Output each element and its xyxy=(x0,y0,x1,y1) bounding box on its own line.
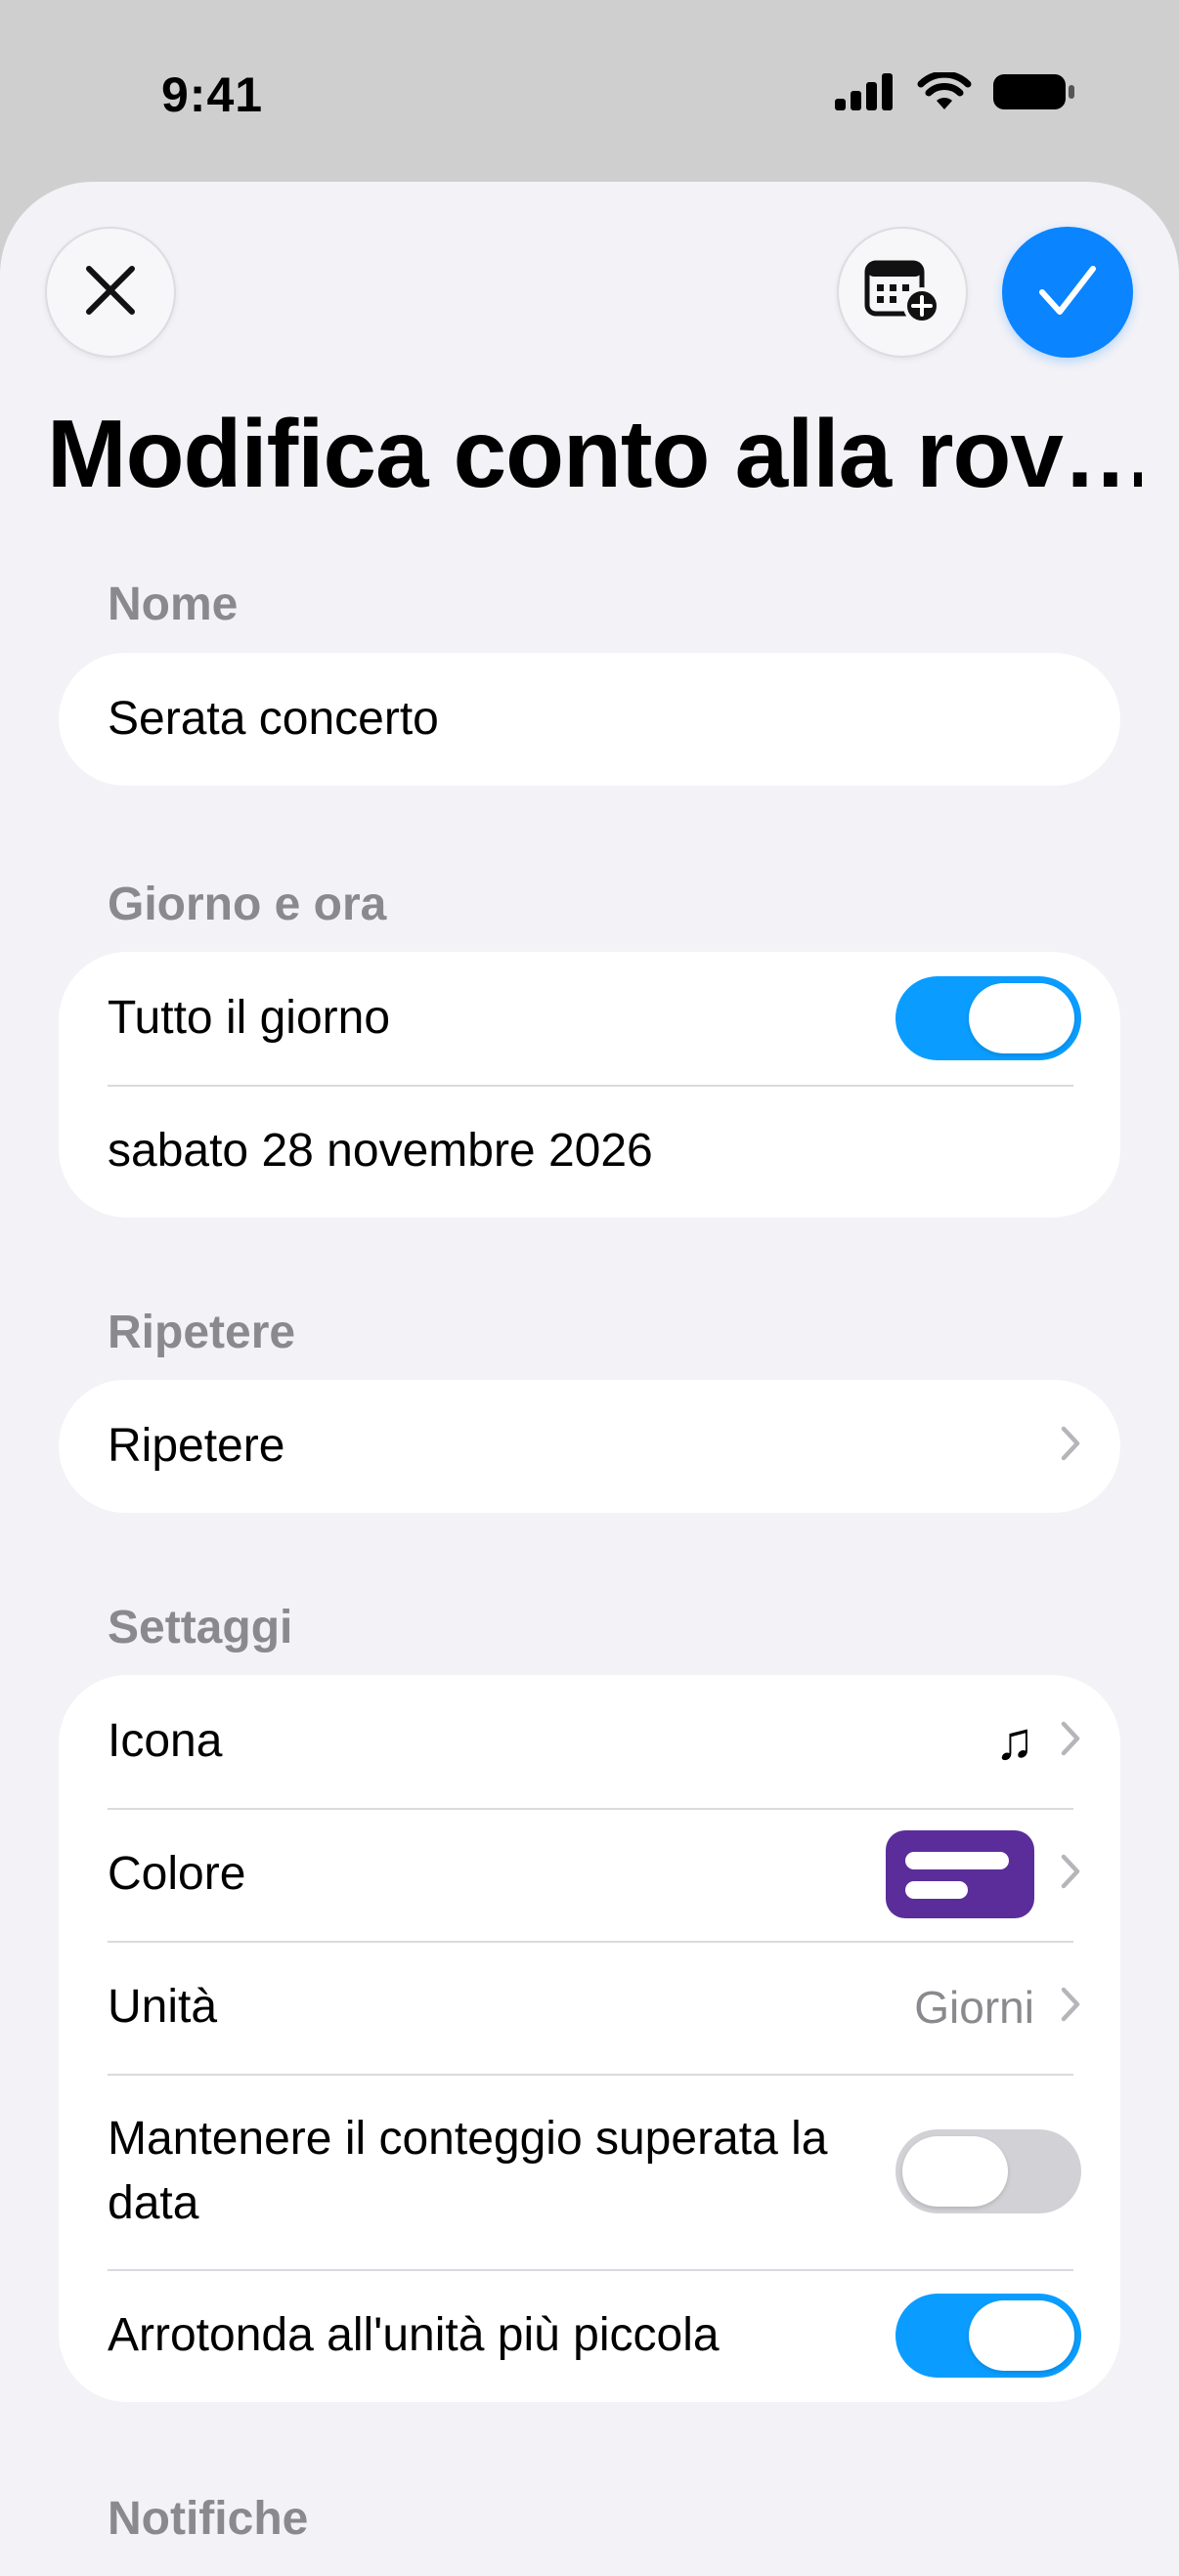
color-row[interactable]: Colore xyxy=(59,1808,1120,1941)
status-icons xyxy=(835,70,1075,116)
color-swatch xyxy=(886,1830,1034,1918)
date-row[interactable]: sabato 28 novembre 2026 xyxy=(59,1085,1120,1218)
status-time: 9:41 xyxy=(161,67,264,122)
status-bar: 9:41 xyxy=(0,0,1179,186)
keep-count-row: Mantenere il conteggio superata la data xyxy=(59,2074,1120,2269)
music-note-icon: ♫ xyxy=(994,1712,1035,1771)
unit-label: Unità xyxy=(108,1981,218,2033)
keep-count-label: Mantenere il conteggio superata la data xyxy=(108,2113,828,2229)
name-group: Serata concerto xyxy=(59,653,1120,786)
section-header-name: Nome xyxy=(108,579,239,630)
name-field[interactable]: Serata concerto xyxy=(59,653,1120,786)
unit-row[interactable]: Unità Giorni xyxy=(59,1941,1120,2074)
repeat-row[interactable]: Ripetere xyxy=(59,1380,1120,1513)
settings-group: Icona ♫ Colore Unità Giorni Mantenere il… xyxy=(59,1675,1120,2402)
repeat-label: Ripetere xyxy=(108,1420,285,1472)
close-icon xyxy=(83,263,138,322)
section-header-notifications: Notifiche xyxy=(108,2493,309,2545)
all-day-label: Tutto il giorno xyxy=(108,992,391,1044)
date-time-group: Tutto il giorno sabato 28 novembre 2026 xyxy=(59,952,1120,1218)
add-to-calendar-button[interactable] xyxy=(837,227,968,358)
close-button[interactable] xyxy=(45,227,176,358)
page-title: Modifica conto alla rov… xyxy=(47,400,1142,507)
date-value: sabato 28 novembre 2026 xyxy=(108,1125,653,1177)
keep-count-toggle[interactable] xyxy=(895,2129,1081,2213)
repeat-group: Ripetere xyxy=(59,1380,1120,1513)
checkmark-icon xyxy=(1036,263,1099,322)
icon-row[interactable]: Icona ♫ xyxy=(59,1675,1120,1808)
all-day-toggle[interactable] xyxy=(895,976,1081,1060)
chevron-right-icon xyxy=(1060,1848,1081,1902)
name-value: Serata concerto xyxy=(108,693,439,745)
calendar-add-icon xyxy=(863,255,941,330)
chevron-right-icon xyxy=(1060,1715,1081,1769)
unit-value: Giorni xyxy=(914,1982,1034,2033)
cellular-signal-icon xyxy=(835,72,895,115)
section-header-repeat: Ripetere xyxy=(108,1307,296,1358)
chevron-right-icon xyxy=(1060,1981,1081,2035)
round-unit-toggle[interactable] xyxy=(895,2294,1081,2378)
round-unit-label: Arrotonda all'unità più piccola xyxy=(108,2309,720,2361)
chevron-right-icon xyxy=(1060,1420,1081,1474)
confirm-button[interactable] xyxy=(1002,227,1133,358)
wifi-icon xyxy=(917,70,972,116)
edit-countdown-sheet: Modifica conto alla rov… Nome Serata con… xyxy=(0,182,1179,2576)
icon-label: Icona xyxy=(108,1715,223,1767)
section-header-date-time: Giorno e ora xyxy=(108,879,387,930)
color-label: Colore xyxy=(108,1848,246,1900)
battery-icon xyxy=(993,72,1075,116)
round-unit-row: Arrotonda all'unità più piccola xyxy=(59,2269,1120,2402)
section-header-settings: Settaggi xyxy=(108,1602,293,1653)
all-day-row: Tutto il giorno xyxy=(59,952,1120,1085)
